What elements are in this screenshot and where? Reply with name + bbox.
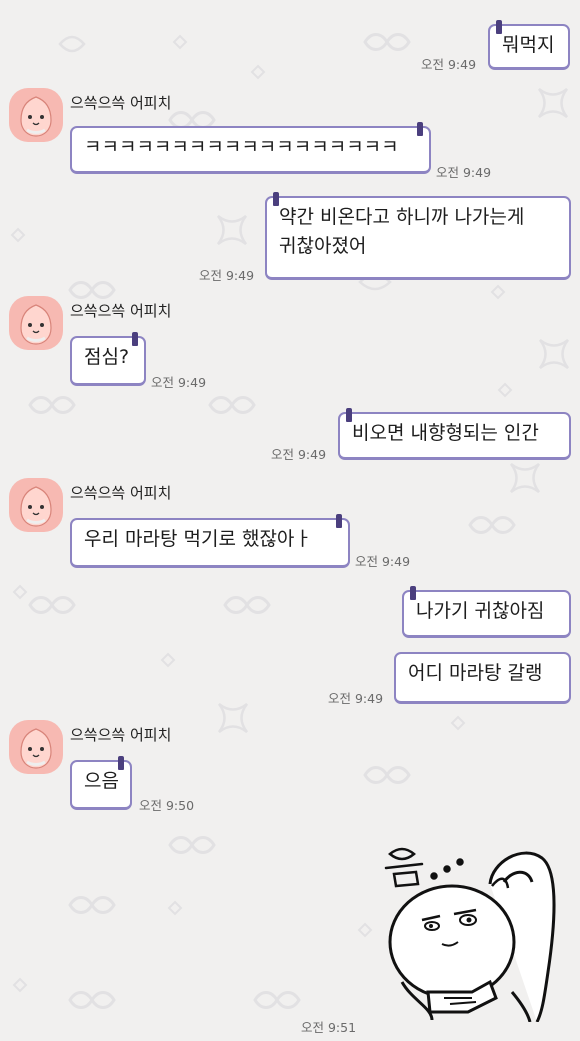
message-time: 오전 9:49 [421,57,477,72]
message-bubble[interactable]: 어디 마라탕 갈랭 [394,652,571,704]
bubble-tab-icon [273,192,279,206]
message-bubble[interactable]: ㅋㅋㅋㅋㅋㅋㅋㅋㅋㅋㅋㅋㅋㅋㅋㅋㅋㅋ [70,122,431,174]
message-text: 나가기 귀찮아짐 [416,600,545,622]
bubble-tab-icon [346,408,352,422]
apeach-avatar-icon[interactable] [9,88,63,142]
sender-name: 으쓱으쓱 어피치 [70,484,172,502]
message-bubble[interactable]: 약간 비온다고 하니까 나가는게 귀찮아졌어 [265,192,571,280]
bubble-tab-icon [336,514,342,528]
message-time: 오전 9:49 [271,447,327,462]
sender-name: 으쓱으쓱 어피치 [70,302,172,320]
message-text-line: 귀찮아졌어 [279,235,367,257]
apeach-avatar-icon[interactable] [9,296,63,350]
message-time: 오전 9:51 [301,1020,357,1035]
apeach-avatar-icon[interactable] [9,720,63,774]
bubble-tab-icon [132,332,138,346]
apeach-avatar-icon[interactable] [9,478,63,532]
sender-name: 으쓱으쓱 어피치 [70,94,172,112]
message-bubble[interactable]: 뭐먹지 [488,20,570,70]
message-time: 오전 9:49 [151,375,207,390]
message-text-line: 약간 비온다고 하니까 나가는게 [279,206,525,228]
message-text: 점심? [84,346,130,368]
message-time: 오전 9:49 [328,691,384,706]
message-text: 비오면 내향형되는 인간 [352,422,539,444]
message-bubble[interactable]: 우리 마라탕 먹기로 했잖아ㅏ [70,514,350,568]
message-text: 우리 마라탕 먹기로 했잖아ㅏ [84,528,312,550]
message-time: 오전 9:50 [139,798,195,813]
message-bubble[interactable]: 점심? [70,332,146,386]
message-time: 오전 9:49 [355,554,411,569]
message-text: 어디 마라탕 갈랭 [408,662,543,684]
bubble-tab-icon [417,122,423,136]
message-text: 으음 [84,770,119,792]
message-time: 오전 9:49 [436,165,492,180]
bubble-tab-icon [410,586,416,600]
bubble-tab-icon [118,756,124,770]
message-bubble[interactable]: 나가기 귀찮아짐 [402,586,571,638]
message-bubble[interactable]: 비오면 내향형되는 인간 [338,408,571,460]
message-bubble[interactable]: 으음 [70,756,132,810]
message-time: 오전 9:49 [199,268,255,283]
message-text: ㅋㅋㅋㅋㅋㅋㅋㅋㅋㅋㅋㅋㅋㅋㅋㅋㅋㅋ [84,136,399,158]
message-text: 뭐먹지 [502,34,555,56]
sender-name: 으쓱으쓱 어피치 [70,726,172,744]
bubble-tab-icon [496,20,502,34]
apeach-thinking-sticker-icon[interactable] [372,822,572,1022]
